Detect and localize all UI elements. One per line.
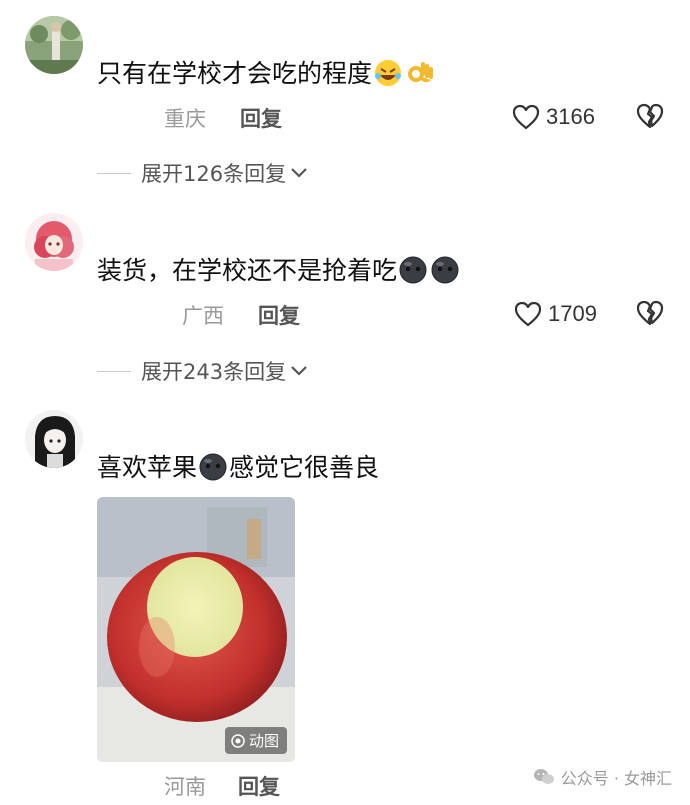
heart-icon: [512, 104, 540, 130]
reply-button[interactable]: 回复: [240, 103, 282, 133]
watermark: 公众号 · 女神汇: [533, 765, 672, 789]
expand-replies-button[interactable]: 展开126条回复: [97, 158, 308, 188]
user-avatar[interactable]: [25, 410, 83, 468]
gif-play-icon: [231, 733, 245, 748]
expand-replies-label: 展开126条回复: [141, 162, 287, 186]
dislike-button[interactable]: [635, 102, 665, 132]
divider-line: [97, 370, 131, 372]
gif-badge: 动图: [224, 727, 287, 754]
dark-face-emoji: [198, 452, 228, 482]
ok-hand-emoji: [405, 58, 435, 88]
like-count: 1709: [548, 301, 597, 326]
dark-face-emoji: [430, 255, 460, 285]
user-avatar[interactable]: [25, 213, 83, 271]
reply-button[interactable]: 回复: [238, 771, 280, 801]
comment-text-after: 感觉它很善良: [229, 453, 380, 482]
location-label: 河南: [164, 775, 206, 799]
comment-text: 喜欢苹果 感觉它很善良: [97, 451, 379, 485]
broken-heart-icon: [636, 103, 664, 129]
location-label: 广西: [182, 304, 224, 328]
location-label: 重庆: [164, 107, 206, 131]
rofl-emoji: [373, 58, 403, 88]
expand-replies-label: 展开243条回复: [141, 360, 287, 384]
broken-heart-icon: [636, 300, 664, 326]
comment-text: 装货，在学校还不是抢着吃: [97, 254, 461, 288]
comment-text-content: 装货，在学校还不是抢着吃: [97, 256, 398, 285]
like-button[interactable]: 1709: [514, 299, 597, 329]
user-avatar[interactable]: [25, 16, 83, 74]
dark-face-emoji: [398, 255, 428, 285]
wechat-icon: [533, 769, 554, 784]
like-count: 3166: [546, 104, 595, 129]
comment-text: 只有在学校才会吃的程度: [97, 57, 436, 91]
chevron-down-icon: [291, 366, 307, 376]
watermark-text: 公众号 · 女神汇: [560, 769, 672, 788]
comment-text-content: 只有在学校才会吃的程度: [97, 59, 373, 88]
divider-line: [97, 172, 131, 174]
like-button[interactable]: 3166: [512, 102, 595, 132]
comment-text-before: 喜欢苹果: [97, 453, 198, 482]
comment-gif-image[interactable]: 动图: [97, 497, 295, 762]
chevron-down-icon: [291, 168, 307, 178]
expand-replies-button[interactable]: 展开243条回复: [97, 356, 308, 386]
gif-label: 动图: [248, 732, 279, 750]
heart-icon: [514, 301, 542, 327]
apple-image: [97, 497, 295, 762]
dislike-button[interactable]: [635, 299, 665, 329]
reply-button[interactable]: 回复: [258, 300, 300, 330]
